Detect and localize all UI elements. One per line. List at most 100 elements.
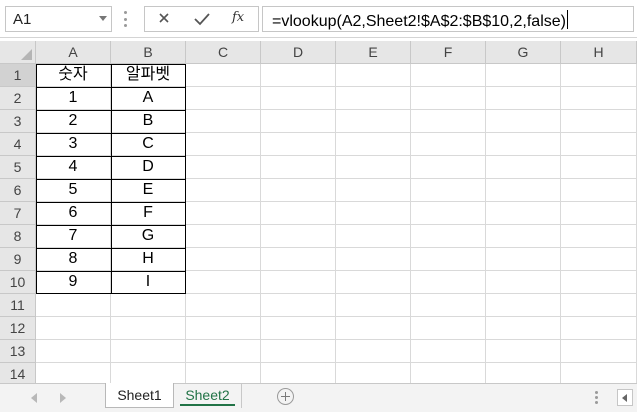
cell-H12[interactable] — [561, 317, 637, 340]
insert-function-button[interactable]: fx — [232, 10, 244, 25]
column-header[interactable]: A — [36, 41, 111, 64]
cell-H14[interactable] — [561, 363, 637, 383]
cell-D2[interactable] — [261, 87, 336, 110]
cell-D10[interactable] — [261, 271, 336, 294]
cell-B9[interactable]: H — [111, 248, 186, 271]
cell-C2[interactable] — [186, 87, 261, 110]
cell-F1[interactable] — [411, 64, 486, 87]
cell-F14[interactable] — [411, 363, 486, 383]
tab-scroll-left-icon[interactable] — [31, 393, 37, 403]
cell-H4[interactable] — [561, 133, 637, 156]
cell-E4[interactable] — [336, 133, 411, 156]
row-header[interactable]: 11 — [0, 294, 36, 317]
cell-H3[interactable] — [561, 110, 637, 133]
cell-A5[interactable]: 4 — [36, 156, 111, 179]
cell-D1[interactable] — [261, 64, 336, 87]
column-header[interactable]: H — [561, 41, 637, 64]
column-header[interactable]: E — [336, 41, 411, 64]
cell-D9[interactable] — [261, 248, 336, 271]
cell-E1[interactable] — [336, 64, 411, 87]
cell-H6[interactable] — [561, 179, 637, 202]
cell-H10[interactable] — [561, 271, 637, 294]
cell-D6[interactable] — [261, 179, 336, 202]
cell-E11[interactable] — [336, 294, 411, 317]
cell-F10[interactable] — [411, 271, 486, 294]
cell-G10[interactable] — [486, 271, 561, 294]
cell-E8[interactable] — [336, 225, 411, 248]
cell-G9[interactable] — [486, 248, 561, 271]
select-all-button[interactable] — [0, 41, 36, 64]
sheet-tab-sheet2[interactable]: Sheet2 — [174, 383, 242, 408]
cell-C13[interactable] — [186, 340, 261, 363]
row-header[interactable]: 10 — [0, 271, 36, 294]
cell-C12[interactable] — [186, 317, 261, 340]
cell-A4[interactable]: 3 — [36, 133, 111, 156]
cell-B1[interactable]: 알파벳 — [111, 64, 186, 87]
cell-F6[interactable] — [411, 179, 486, 202]
row-header[interactable]: 6 — [0, 179, 36, 202]
cell-H5[interactable] — [561, 156, 637, 179]
cell-C5[interactable] — [186, 156, 261, 179]
cell-G7[interactable] — [486, 202, 561, 225]
cell-C9[interactable] — [186, 248, 261, 271]
cell-D8[interactable] — [261, 225, 336, 248]
cell-C11[interactable] — [186, 294, 261, 317]
cell-G2[interactable] — [486, 87, 561, 110]
cell-F12[interactable] — [411, 317, 486, 340]
cell-C8[interactable] — [186, 225, 261, 248]
check-icon[interactable] — [190, 9, 214, 29]
cell-F5[interactable] — [411, 156, 486, 179]
cell-G12[interactable] — [486, 317, 561, 340]
cell-H8[interactable] — [561, 225, 637, 248]
cell-B11[interactable] — [111, 294, 186, 317]
cell-B12[interactable] — [111, 317, 186, 340]
row-header[interactable]: 7 — [0, 202, 36, 225]
cell-C7[interactable] — [186, 202, 261, 225]
cell-B10[interactable]: I — [111, 271, 186, 294]
cell-G13[interactable] — [486, 340, 561, 363]
cell-H7[interactable] — [561, 202, 637, 225]
cell-F13[interactable] — [411, 340, 486, 363]
spreadsheet-grid[interactable]: A B C D E F G H 1 숫자 알파벳 2 1 A 3 2 B 4 3 C 5 4 D 6 5 E 7 6 F 8 7 G 9 8 H 10… — [0, 41, 637, 383]
cell-A8[interactable]: 7 — [36, 225, 111, 248]
cell-C14[interactable] — [186, 363, 261, 383]
cell-G8[interactable] — [486, 225, 561, 248]
cell-C6[interactable] — [186, 179, 261, 202]
cell-F3[interactable] — [411, 110, 486, 133]
cell-E6[interactable] — [336, 179, 411, 202]
name-box[interactable]: A1 — [5, 6, 112, 32]
row-header[interactable]: 1 — [0, 64, 36, 87]
column-header[interactable]: G — [486, 41, 561, 64]
cell-G5[interactable] — [486, 156, 561, 179]
row-header[interactable]: 2 — [0, 87, 36, 110]
cell-A3[interactable]: 2 — [36, 110, 111, 133]
cell-B5[interactable]: D — [111, 156, 186, 179]
cell-E2[interactable] — [336, 87, 411, 110]
cell-A9[interactable]: 8 — [36, 248, 111, 271]
cell-A12[interactable] — [36, 317, 111, 340]
cell-D5[interactable] — [261, 156, 336, 179]
cell-E3[interactable] — [336, 110, 411, 133]
cell-B6[interactable]: E — [111, 179, 186, 202]
cell-F2[interactable] — [411, 87, 486, 110]
cell-F7[interactable] — [411, 202, 486, 225]
scroll-left-button[interactable] — [617, 389, 633, 406]
cell-H2[interactable] — [561, 87, 637, 110]
row-header[interactable]: 4 — [0, 133, 36, 156]
cell-H13[interactable] — [561, 340, 637, 363]
column-header[interactable]: F — [411, 41, 486, 64]
cell-A13[interactable] — [36, 340, 111, 363]
cell-F11[interactable] — [411, 294, 486, 317]
column-header[interactable]: C — [186, 41, 261, 64]
cell-D4[interactable] — [261, 133, 336, 156]
cell-H1[interactable] — [561, 64, 637, 87]
cell-B13[interactable] — [111, 340, 186, 363]
add-sheet-icon[interactable] — [277, 388, 294, 405]
row-header[interactable]: 3 — [0, 110, 36, 133]
cell-D11[interactable] — [261, 294, 336, 317]
cell-C10[interactable] — [186, 271, 261, 294]
cell-B7[interactable]: F — [111, 202, 186, 225]
row-header[interactable]: 9 — [0, 248, 36, 271]
row-header[interactable]: 13 — [0, 340, 36, 363]
cell-H11[interactable] — [561, 294, 637, 317]
